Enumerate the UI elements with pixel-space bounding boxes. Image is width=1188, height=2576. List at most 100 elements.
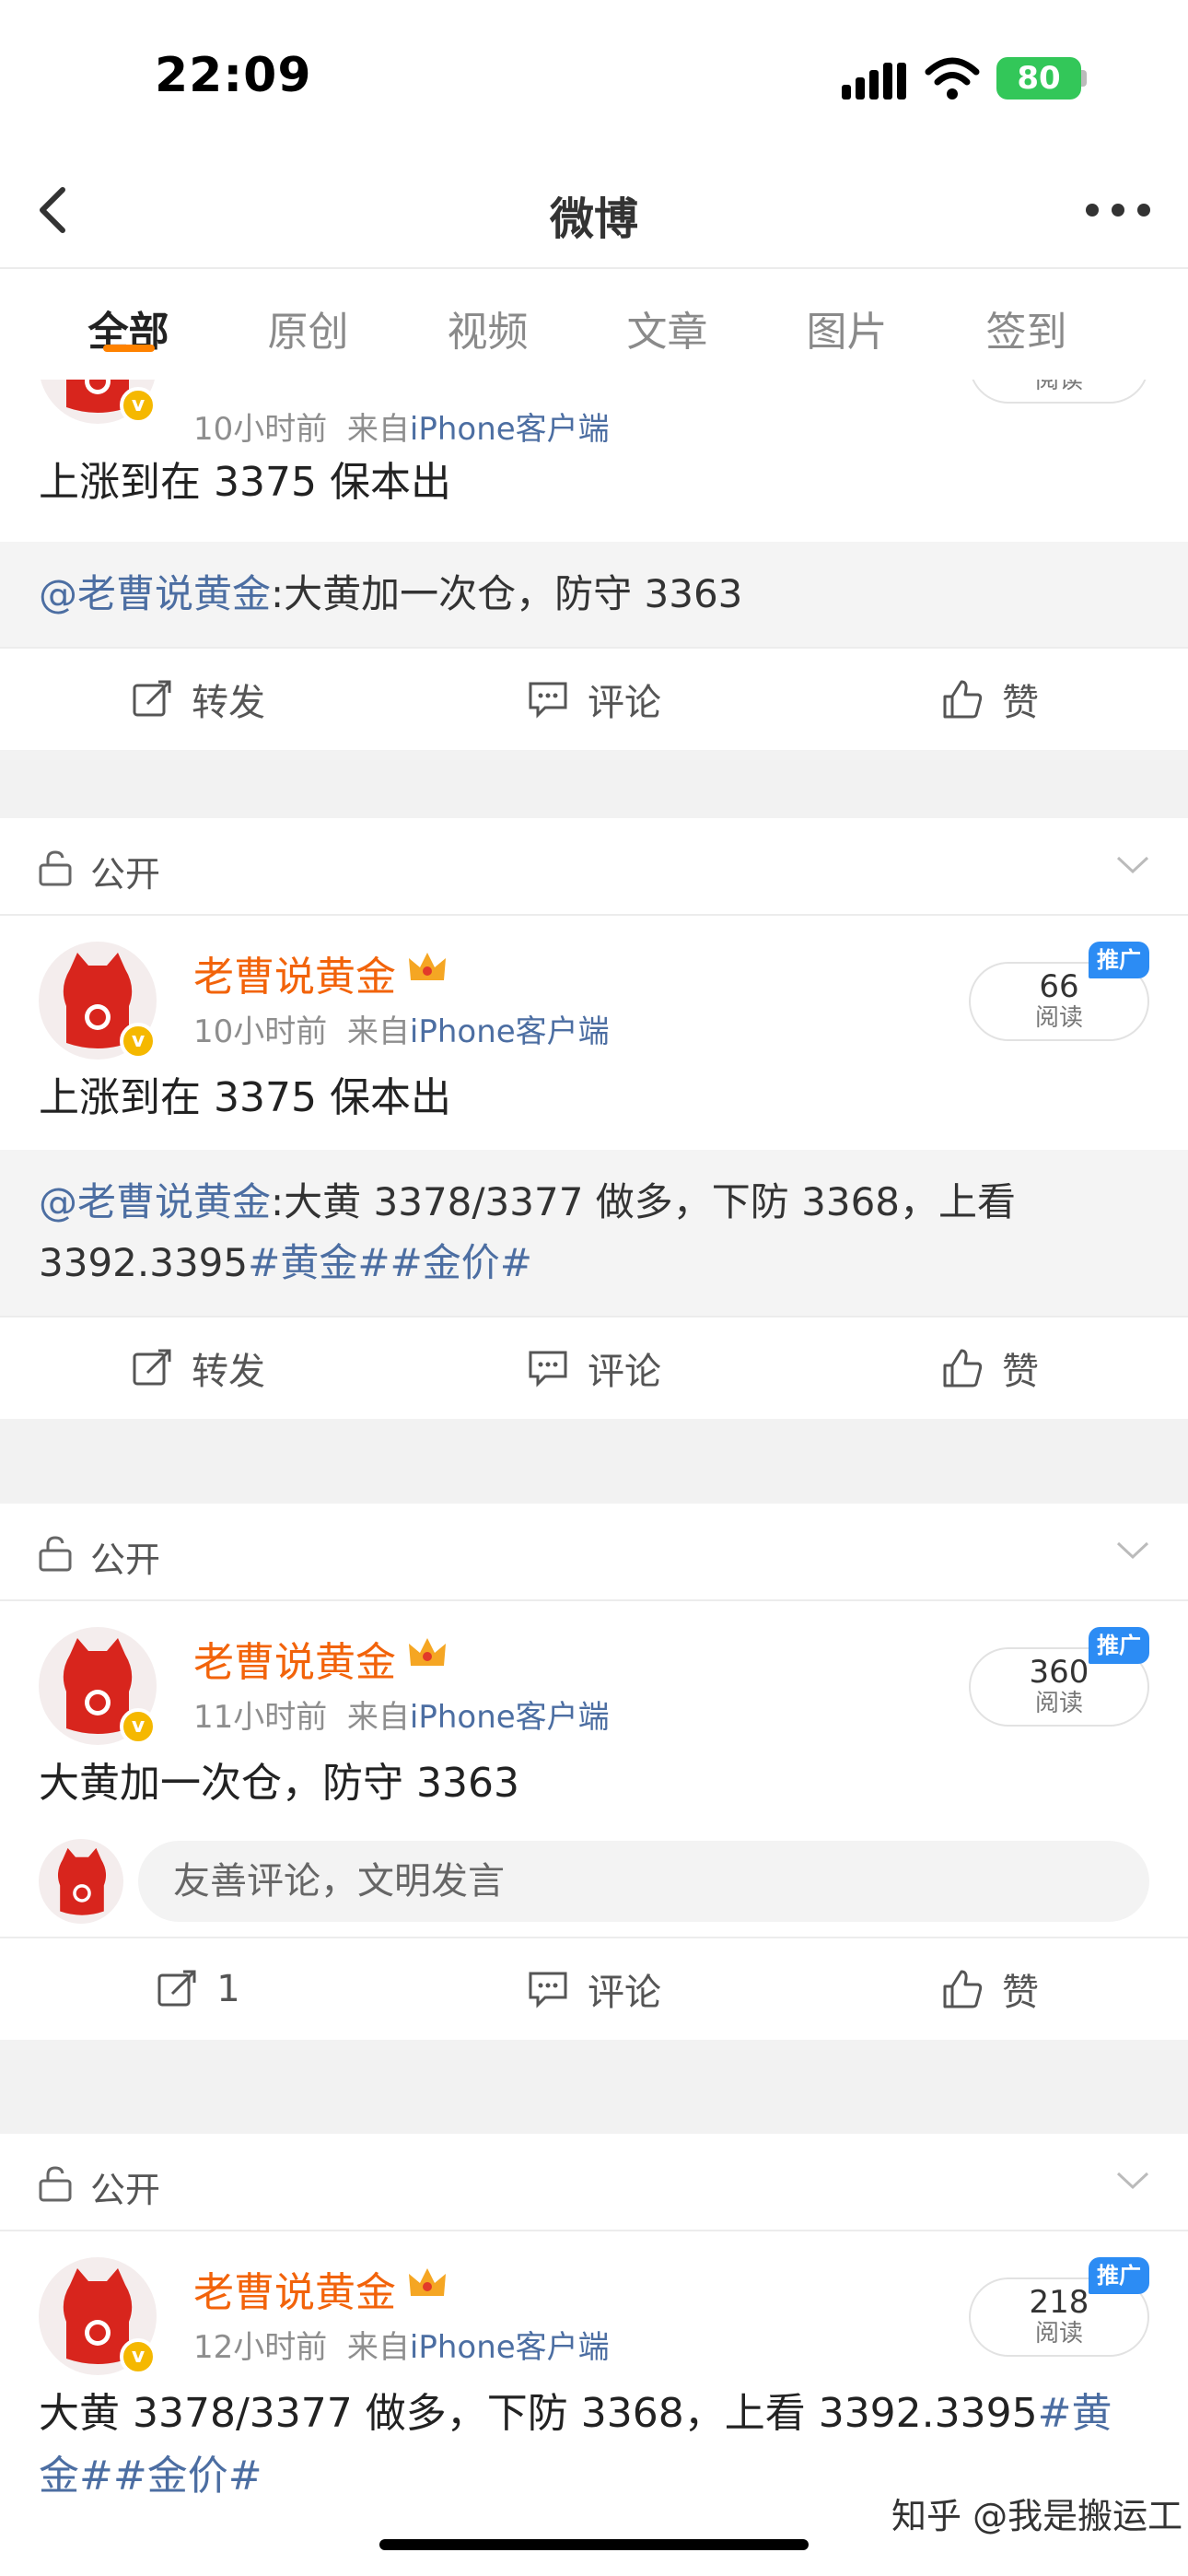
unlock-icon	[39, 850, 72, 886]
lucky-cat-icon	[57, 1847, 107, 1915]
action-bar: 1 评论 赞	[0, 1937, 1188, 2040]
comment-button[interactable]: 评论	[396, 1938, 792, 2040]
tab-label: 视频	[447, 309, 529, 356]
mention-link[interactable]: @老曹说黄金	[39, 571, 271, 616]
tab-bar: 全部 原创 视频 文章 图片 签到	[0, 269, 1188, 380]
action-bar: 转发 评论 赞	[0, 647, 1188, 750]
avatar[interactable]: v	[39, 2257, 157, 2375]
post-card[interactable]: 公开 v 老曹说黄金 11小时前 来自iPhone客户端 360 阅读 推广 大	[0, 1504, 1188, 2040]
comment-icon	[529, 1351, 567, 1388]
post-source[interactable]: iPhone客户端	[410, 2329, 610, 2366]
post-card[interactable]: 公开 v 老曹说黄金 10小时前 来自iPhone客户端 66 阅读 推广 上涨	[0, 818, 1188, 1419]
avatar[interactable]: v	[39, 942, 157, 1060]
reads-label: 阅读	[1034, 380, 1083, 394]
post-card[interactable]: v 10小时前 来自iPhone客户端 0 阅读 上涨到在 3375 保本出 @…	[0, 380, 1188, 750]
like-label: 赞	[1002, 1972, 1039, 2014]
username[interactable]: 老曹说黄金	[193, 2259, 396, 2318]
post-meta: 12小时前 来自iPhone客户端	[193, 2322, 610, 2367]
more-icon[interactable]	[1083, 201, 1153, 219]
comment-button[interactable]: 评论	[396, 1317, 792, 1419]
chevron-down-icon[interactable]	[1114, 2169, 1151, 2193]
verified-badge: v	[120, 387, 157, 424]
visibility-header[interactable]: 公开	[0, 1504, 1188, 1601]
status-time: 22:09	[155, 48, 312, 103]
post-meta: 10小时前 来自iPhone客户端	[193, 1006, 610, 1051]
visibility-header[interactable]: 公开	[0, 2134, 1188, 2231]
verified-badge: v	[120, 1708, 157, 1745]
feed: v 10小时前 来自iPhone客户端 0 阅读 上涨到在 3375 保本出 @…	[0, 380, 1188, 2576]
home-indicator	[379, 2539, 809, 2550]
like-label: 赞	[1002, 1351, 1039, 1393]
chevron-down-icon[interactable]	[1114, 1539, 1151, 1563]
visibility-header[interactable]: 公开	[0, 818, 1188, 916]
user-row: v 老曹说黄金 10小时前 来自iPhone客户端 66 阅读 推广	[0, 916, 1188, 1063]
post-text: 上涨到在 3375 保本出	[39, 459, 451, 506]
like-label: 赞	[1002, 682, 1039, 724]
repost-text: :大黄加一次仓，防守 3363	[271, 571, 743, 616]
promo-tag[interactable]: 推广	[1089, 2257, 1149, 2294]
avatar[interactable]: v	[39, 1627, 157, 1745]
signal-icon	[842, 63, 906, 100]
repost-count: 1	[216, 1968, 240, 2010]
post-body: 大黄 3378/3377 做多，下防 3368，上看 3392.3395	[39, 2390, 1038, 2437]
chevron-down-icon[interactable]	[1114, 853, 1151, 877]
avatar[interactable]: v	[39, 380, 157, 424]
tab-all[interactable]: 全部	[39, 269, 218, 357]
tab-image[interactable]: 图片	[757, 269, 937, 357]
crown-icon	[409, 2268, 446, 2296]
repost-button[interactable]: 转发	[0, 649, 396, 750]
repost-button[interactable]: 转发	[0, 1317, 396, 1419]
post-text: 上涨到在 3375 保本出	[39, 1074, 451, 1121]
like-button[interactable]: 赞	[792, 1938, 1188, 2040]
tab-label: 文章	[626, 309, 708, 356]
comment-row: 友善评论，文明发言	[0, 1833, 1188, 1937]
source-prefix: 来自	[346, 1013, 410, 1050]
action-bar: 转发 评论 赞	[0, 1316, 1188, 1419]
public-label: 公开	[90, 2170, 161, 2210]
promo-tag[interactable]: 推广	[1089, 1627, 1149, 1664]
source-prefix: 来自	[346, 411, 410, 448]
tab-label: 图片	[806, 309, 888, 356]
post-source[interactable]: iPhone客户端	[410, 411, 610, 448]
comment-input[interactable]: 友善评论，文明发言	[138, 1841, 1149, 1922]
wifi-icon	[925, 57, 980, 100]
comment-label: 评论	[588, 682, 661, 724]
unlock-icon	[39, 1536, 72, 1572]
battery-cap	[1081, 70, 1087, 87]
tab-article[interactable]: 文章	[577, 269, 757, 357]
post-meta: 11小时前 来自iPhone客户端	[193, 1692, 610, 1737]
repost-label: 转发	[192, 682, 265, 724]
like-button[interactable]: 赞	[792, 649, 1188, 750]
mention-link[interactable]: @老曹说黄金	[39, 1179, 271, 1224]
watermark: 知乎 @我是搬运工	[891, 2496, 1183, 2536]
post-source[interactable]: iPhone客户端	[410, 1013, 610, 1050]
username[interactable]: 老曹说黄金	[193, 1629, 396, 1688]
comment-icon	[529, 682, 567, 719]
username[interactable]: 老曹说黄金	[193, 943, 396, 1002]
crown-icon	[409, 953, 446, 980]
reads-label: 阅读	[1034, 2320, 1083, 2348]
repost-box[interactable]: @老曹说黄金:大黄加一次仓，防守 3363	[0, 542, 1188, 647]
avatar[interactable]	[39, 1839, 123, 1924]
thumbs-up-icon	[943, 1349, 983, 1388]
reads-pill[interactable]: 0 阅读	[969, 380, 1149, 404]
post-source[interactable]: iPhone客户端	[410, 1699, 610, 1736]
status-bar: 22:09 80	[0, 0, 1188, 157]
tab-label: 原创	[267, 309, 349, 356]
repost-icon	[157, 1970, 196, 2007]
tab-video[interactable]: 视频	[398, 269, 577, 357]
source-prefix: 来自	[346, 2329, 410, 2366]
tab-original[interactable]: 原创	[218, 269, 398, 357]
hashtag-link[interactable]: #黄金##金价#	[248, 1240, 532, 1285]
post-text: 大黄加一次仓，防守 3363	[39, 1760, 519, 1807]
comment-icon	[529, 1972, 567, 2008]
repost-icon	[133, 680, 171, 717]
repost-button[interactable]: 1	[0, 1938, 396, 2040]
repost-box[interactable]: @老曹说黄金:大黄 3378/3377 做多，下防 3368，上看 3392.3…	[0, 1150, 1188, 1316]
comment-button[interactable]: 评论	[396, 649, 792, 750]
promo-tag[interactable]: 推广	[1089, 942, 1149, 978]
verified-badge: v	[120, 1023, 157, 1060]
like-button[interactable]: 赞	[792, 1317, 1188, 1419]
page-title: 微博	[549, 193, 638, 245]
tab-checkin[interactable]: 签到	[937, 269, 1116, 357]
